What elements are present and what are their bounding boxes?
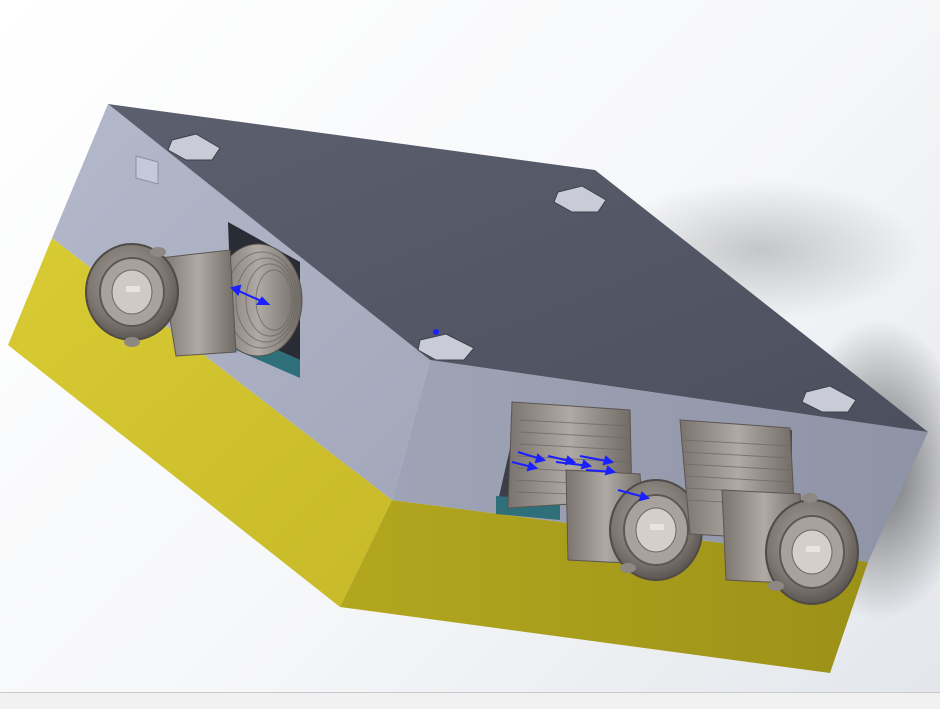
graphics-viewport[interactable]	[0, 0, 940, 692]
cad-model-scene[interactable]	[0, 0, 940, 692]
status-bar	[0, 692, 940, 709]
